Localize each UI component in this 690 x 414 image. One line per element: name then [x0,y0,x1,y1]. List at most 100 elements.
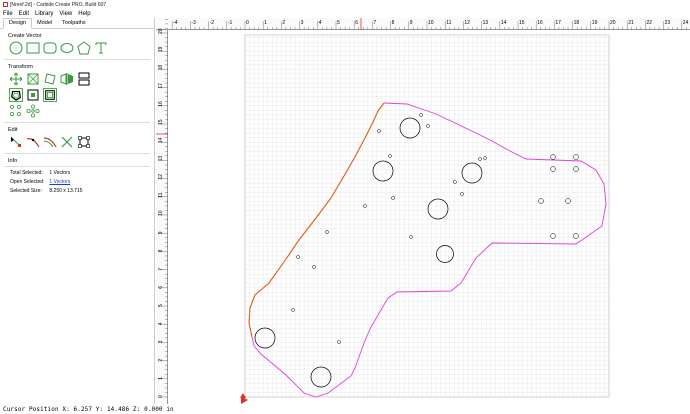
ruler-x-label: 14 [501,20,507,26]
tab-design[interactable]: Design [3,18,33,29]
status-bar: Cursor Position X: 6.257 Y: 14.486 Z: 0.… [0,404,690,414]
transform-tools-row-3 [0,104,154,118]
mirror-button[interactable] [60,72,74,86]
transform-heading: Transform [8,64,33,70]
design-canvas[interactable]: -4 -3 -2 -1 0 1 2 3 4 5 6 7 8 9 10 11 12 13 14 15 16 17 18 19 20… [156,18,690,404]
ruler-x-label: 5 [337,20,340,26]
ruler-x-label: 22 [646,20,652,26]
info-value: 8.250 x 13.715 [49,188,83,194]
ellipse-tool-button[interactable] [60,41,74,55]
ruler-y-label: 0 [158,395,164,398]
ruler-y-label: 1 [158,377,164,380]
ruler-x-label: -2 [210,20,215,26]
origin-marker-icon [240,393,248,404]
ruler-x-label: 2 [282,20,285,26]
pentagon-icon [77,41,91,55]
ruler-x-label: 11 [446,20,451,26]
info-total-selected: Total Selected: 1 Vectors [0,170,154,176]
radial-pattern-button[interactable] [26,104,40,118]
rounded-rectangle-tool-button[interactable] [43,41,57,55]
ruler-y-label: 3 [158,340,164,343]
move-button[interactable] [9,72,23,86]
circular-pattern-button[interactable] [9,104,23,118]
circle-tool-button[interactable] [9,41,23,55]
window-title: [Nreef.2d] - Carbide Create PRO, Build 6… [10,1,107,8]
menu-help[interactable]: Help [75,11,93,17]
divider [4,153,150,154]
join-icon [43,137,57,148]
rounded-rectangle-icon [43,42,57,54]
ruler-x-label: 12 [464,20,470,26]
ellipse-icon [60,43,74,53]
ruler-x-label: -4 [173,20,178,26]
transform-tools-row-2 [0,88,154,102]
node-edit-button[interactable] [26,88,40,102]
edit-tools [0,135,154,149]
ruler-x-label: 0 [246,20,249,26]
ruler-x-label: 3 [301,20,304,26]
ruler-y-label: 4 [158,322,164,325]
group-button[interactable] [43,88,57,102]
part-outline-path[interactable] [251,102,607,398]
align-icon [78,72,90,86]
ruler-x-label: 4 [319,20,322,26]
radial-dots-icon [26,104,40,118]
scale-button[interactable] [26,72,40,86]
divider [4,166,150,167]
divider [4,122,150,123]
menu-file[interactable]: File [0,11,16,17]
move-arrows-icon [9,72,23,86]
boolean-button[interactable] [77,135,91,149]
hole-circle[interactable] [372,160,394,182]
text-icon [95,42,107,54]
selected-vector-path[interactable] [248,102,385,338]
ruler-y-label: 9 [158,231,164,234]
join-button[interactable] [43,135,57,149]
ruler-x-label: 8 [392,20,395,26]
ruler-x-label: 19 [592,20,598,26]
offset-button[interactable] [9,88,23,102]
info-heading: Info [8,158,18,164]
polygon-tool-button[interactable] [77,41,91,55]
ruler-x-label: 16 [537,20,543,26]
hole-circle[interactable] [461,162,483,184]
menu-view[interactable]: View [56,11,75,17]
ruler-x-label: 17 [555,20,561,26]
ruler-x-label: 7 [373,20,376,26]
tab-toolpaths[interactable]: Toolpaths [57,19,91,28]
panel-tabs: Design Model Toolpaths [0,18,154,29]
offset-icon [11,90,21,101]
info-value: 1 Vectors [49,170,71,176]
align-button[interactable] [77,72,91,86]
tab-model[interactable]: Model [32,19,57,28]
rectangle-icon [26,42,40,54]
node-edit-icon [27,89,39,101]
create-vector-heading: Create Vector [8,33,42,39]
hole-circle[interactable] [399,117,421,139]
ruler-x-label: 10 [428,20,434,26]
rectangle-tool-button[interactable] [26,41,40,55]
node-select-button[interactable] [9,135,23,149]
ruler-y-label: 5 [158,304,164,307]
menu-edit[interactable]: Edit [16,11,32,17]
open-vectors-link[interactable]: 1 Vectors [49,179,70,185]
ruler-x-label: 18 [574,20,580,26]
ruler-x-label: 1 [264,20,267,26]
text-tool-button[interactable] [94,41,108,55]
ruler-x-label: 24 [683,20,689,26]
rotate-button[interactable] [43,72,57,86]
info-open-selected: Open Selected: 1 Vectors [0,179,154,185]
menu-library[interactable]: Library [32,11,56,17]
info-label: Selected Size: [10,188,42,194]
ruler-y-label: 7 [158,268,164,271]
dots-grid-icon [9,104,21,116]
ruler-y-label: 2 [158,359,164,362]
delete-node-button[interactable] [60,135,74,149]
ruler-x-label: 23 [665,20,671,26]
hole-circle[interactable] [310,366,332,388]
drawing-surface[interactable]: -4 -3 -2 -1 0 1 2 3 4 5 6 7 8 9 10 11 12 13 14 15 16 17 18 19 20… [156,18,690,404]
ruler-x-label: 15 [519,20,525,26]
trim-button[interactable] [26,135,40,149]
circle-icon [9,41,23,55]
cursor-position-readout: Cursor Position X: 6.257 Y: 14.486 Z: 0.… [3,405,174,413]
